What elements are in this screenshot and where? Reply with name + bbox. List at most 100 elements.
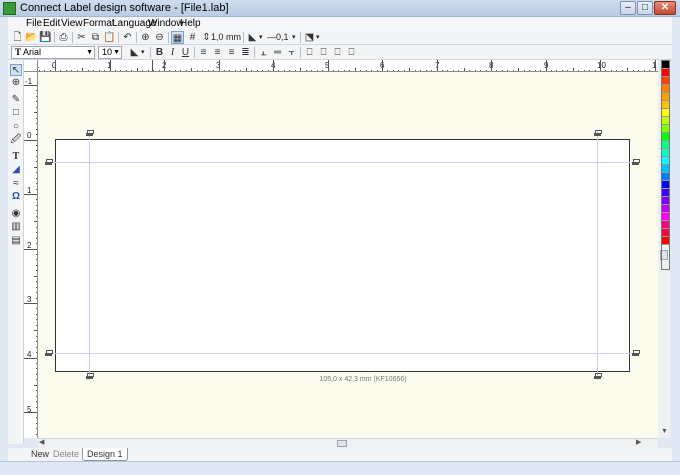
color-swatch[interactable] xyxy=(662,189,669,197)
color-swatch[interactable] xyxy=(662,157,669,165)
undo-icon[interactable]: ↶ xyxy=(121,31,134,44)
line-width-value[interactable]: 0,1 xyxy=(276,31,289,44)
design-canvas[interactable]: 105,0 x 42,3 mm (KF10656) xyxy=(38,72,658,438)
maximize-button[interactable]: □ xyxy=(637,1,653,15)
copy-icon[interactable]: ⧉ xyxy=(89,31,102,44)
guide-handle-icon[interactable] xyxy=(45,350,53,356)
fill-tool-dropdown-icon[interactable]: ▾ xyxy=(316,31,320,44)
color-swatch[interactable] xyxy=(662,205,669,213)
scroll-down-icon[interactable]: ▼ xyxy=(661,428,668,436)
rotate-270-icon[interactable]: ⎕ xyxy=(345,46,358,59)
color-swatch[interactable] xyxy=(662,173,669,181)
guide-handle-icon[interactable] xyxy=(45,159,53,165)
eye-tool-icon[interactable]: ◉ xyxy=(10,208,22,220)
counter-tool-icon[interactable]: ≈ xyxy=(10,178,22,190)
underline-button[interactable]: U xyxy=(179,46,192,59)
open-folder-icon[interactable]: 📂 xyxy=(25,31,38,44)
image-tool-icon[interactable]: 🖉 xyxy=(10,134,22,146)
color-swatch[interactable] xyxy=(662,221,669,229)
delete-tab-button[interactable]: Delete xyxy=(49,448,83,461)
guide-handle-icon[interactable] xyxy=(632,159,640,165)
scroll-right-icon[interactable]: ▶ xyxy=(636,439,641,447)
color-swatch[interactable] xyxy=(662,77,669,85)
label-area[interactable] xyxy=(55,139,630,372)
color-swatch[interactable] xyxy=(662,237,669,245)
color-swatch[interactable] xyxy=(662,229,669,237)
align-center-icon[interactable]: ≡ xyxy=(211,46,224,59)
rotate-90-icon[interactable]: ⎕ xyxy=(317,46,330,59)
guide-handle-icon[interactable] xyxy=(632,350,640,356)
rotate-0-icon[interactable]: ⎕ xyxy=(303,46,316,59)
color-swatch[interactable] xyxy=(662,149,669,157)
align-justify-icon[interactable]: ≣ xyxy=(239,46,252,59)
minimize-button[interactable]: – xyxy=(620,1,636,15)
color-swatch[interactable] xyxy=(662,133,669,141)
margin-guide-bottom[interactable] xyxy=(45,353,639,354)
font-size-select[interactable]: 10 ▼ xyxy=(98,46,122,59)
italic-button[interactable]: I xyxy=(166,46,179,59)
text-color-dropdown-icon[interactable]: ▾ xyxy=(141,46,145,59)
fill-tool-icon[interactable]: ⬔ xyxy=(303,31,316,44)
font-name-value: Arial xyxy=(23,47,42,57)
cut-icon[interactable]: ✂ xyxy=(75,31,88,44)
fill-color-icon[interactable]: ◣ xyxy=(246,31,259,44)
zoom-tool-icon[interactable]: ⊕ xyxy=(10,77,22,89)
valign-top-icon[interactable]: ⫠ xyxy=(257,46,270,59)
margin-guide-top[interactable] xyxy=(45,162,639,163)
rotate-180-icon[interactable]: ⎕ xyxy=(331,46,344,59)
horizontal-scroll-thumb[interactable] xyxy=(337,440,347,447)
font-name-select[interactable]: T Arial ▼ xyxy=(11,46,95,59)
text-tool-icon[interactable]: T xyxy=(10,151,22,163)
color-swatch[interactable] xyxy=(662,101,669,109)
color-swatch[interactable] xyxy=(662,197,669,205)
margin-guide-left[interactable] xyxy=(89,130,90,380)
pointer-tool-icon[interactable]: ↖ xyxy=(10,64,22,76)
new-file-icon[interactable]: 🗋 xyxy=(11,31,24,44)
horizontal-scrollbar[interactable]: ◀ ▶ xyxy=(38,438,658,448)
grid-icon[interactable]: # xyxy=(186,31,199,44)
bold-button[interactable]: B xyxy=(153,46,166,59)
align-left-icon[interactable]: ≡ xyxy=(197,46,210,59)
guide-handle-icon[interactable] xyxy=(594,130,602,136)
color-swatch[interactable] xyxy=(662,165,669,173)
zoom-out-icon[interactable]: ⊖ xyxy=(153,31,166,44)
color-swatch[interactable] xyxy=(662,85,669,93)
paste-icon[interactable]: 📋 xyxy=(103,31,116,44)
text-color-icon[interactable]: ◣ xyxy=(128,46,141,59)
align-right-icon[interactable]: ≡ xyxy=(225,46,238,59)
pencil-tool-icon[interactable]: ✎ xyxy=(10,94,22,106)
line-width-dropdown-icon[interactable]: ▾ xyxy=(292,31,296,44)
snap-to-grid-icon[interactable]: ▦ xyxy=(171,31,184,44)
symbol-tool-icon[interactable]: Ω xyxy=(10,191,22,203)
grid-size-value[interactable]: 1,0 mm xyxy=(211,31,241,44)
color-swatch[interactable] xyxy=(662,181,669,189)
menu-help[interactable]: Help xyxy=(178,17,203,30)
guide-handle-icon[interactable] xyxy=(86,130,94,136)
curved-text-tool-icon[interactable]: ◢ xyxy=(10,164,22,176)
color-swatch[interactable] xyxy=(662,93,669,101)
table-tool-icon[interactable]: ▤ xyxy=(10,235,22,247)
valign-bottom-icon[interactable]: ⫟ xyxy=(285,46,298,59)
color-swatch[interactable] xyxy=(662,69,669,77)
save-icon[interactable]: 💾 xyxy=(39,31,52,44)
fill-color-dropdown-icon[interactable]: ▾ xyxy=(259,31,263,44)
color-swatch[interactable] xyxy=(662,109,669,117)
scroll-left-icon[interactable]: ◀ xyxy=(39,439,44,447)
guide-handle-icon[interactable] xyxy=(594,373,602,379)
color-swatch[interactable] xyxy=(662,213,669,221)
ellipse-tool-icon[interactable]: ○ xyxy=(10,121,22,133)
zoom-in-icon[interactable]: ⊕ xyxy=(139,31,152,44)
barcode-tool-icon[interactable]: ▥ xyxy=(10,221,22,233)
color-swatch[interactable] xyxy=(662,61,669,69)
guide-handle-icon[interactable] xyxy=(86,373,94,379)
toolbar-separator xyxy=(194,47,195,58)
valign-middle-icon[interactable]: ═ xyxy=(271,46,284,59)
close-button[interactable]: ✕ xyxy=(654,1,676,15)
rectangle-tool-icon[interactable]: □ xyxy=(10,107,22,119)
margin-guide-right[interactable] xyxy=(597,130,598,380)
color-swatch[interactable] xyxy=(662,141,669,149)
color-swatch[interactable] xyxy=(662,117,669,125)
tab-design-1[interactable]: Design 1 xyxy=(82,448,128,461)
color-swatch[interactable] xyxy=(662,125,669,133)
print-icon[interactable]: ⎙ xyxy=(57,31,70,44)
